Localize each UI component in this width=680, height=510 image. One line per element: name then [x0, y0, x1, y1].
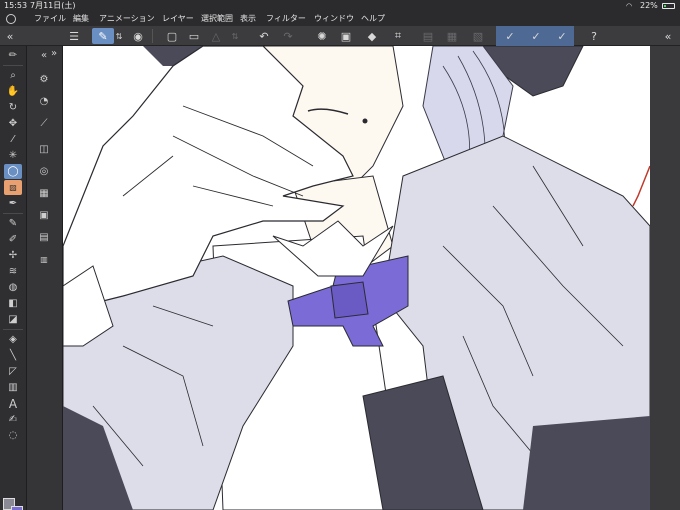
- stepper-icon[interactable]: ⇅: [114, 28, 124, 44]
- redo-icon[interactable]: ↷: [280, 28, 296, 44]
- auto-select-tool-icon[interactable]: ✳: [4, 148, 22, 163]
- menu-list-icon[interactable]: ☰: [66, 28, 82, 44]
- layer-property-icon[interactable]: ▤: [35, 230, 53, 245]
- eraser-tool-icon[interactable]: ◪: [4, 312, 22, 327]
- battery-icon: [662, 3, 675, 9]
- status-time: 15:53: [4, 1, 28, 10]
- navigator-icon[interactable]: ▣: [35, 208, 53, 223]
- move-tool-icon[interactable]: ✥: [4, 116, 22, 131]
- figure-tool-icon[interactable]: ◸: [4, 364, 22, 379]
- layer-icon[interactable]: ◫: [35, 142, 53, 157]
- illustration: [63, 46, 650, 510]
- brush-tool[interactable]: ✏: [4, 48, 22, 63]
- menu-animation[interactable]: アニメーション: [99, 12, 155, 26]
- dark-vest-far: [523, 416, 650, 510]
- material-icon[interactable]: ▥: [35, 252, 53, 267]
- tool-property-icon[interactable]: ⚙: [35, 72, 53, 87]
- tool-palette: ✏ ⌕ ✋ ↻ ✥ ⁄ ✳ ◯ ▨ ✒ ✎ ✐ ✢ ≋ ◍ ◧ ◪ ◈ ╲ ◸ …: [0, 46, 27, 510]
- gradient-tool-icon[interactable]: ◧: [4, 296, 22, 311]
- selection-add-icon[interactable]: ✓: [528, 28, 544, 44]
- clear-icon[interactable]: ▣: [338, 28, 354, 44]
- rotate-tool-icon[interactable]: ↻: [4, 100, 22, 115]
- fill-bucket-icon[interactable]: ◆: [364, 28, 380, 44]
- color-wheel-icon[interactable]: ◎: [35, 164, 53, 179]
- brush-tool-2-icon[interactable]: ✐: [4, 232, 22, 247]
- save-icon[interactable]: △: [208, 28, 224, 44]
- command-bar: « ☰ ✎ ⇅ ◉ ▢ ▭ △ ⇅ ↶ ↷ ✺ ▣ ◆ ⌗ ▤ ▦ ▧ ✓ ✓ …: [0, 26, 680, 46]
- deselect-icon[interactable]: ▤: [420, 28, 436, 44]
- snapshot-icon[interactable]: ◉: [130, 28, 146, 44]
- menu-window[interactable]: ウィンドウ: [314, 12, 354, 26]
- mole: [362, 118, 368, 124]
- battery-level: [664, 5, 666, 7]
- separator: [3, 213, 23, 214]
- selection-tool-icon[interactable]: ▨: [4, 180, 22, 195]
- menu-filter[interactable]: フィルター: [266, 12, 306, 26]
- status-bar: 15:53 7月11日(土) ◠ 22%: [0, 0, 680, 12]
- balloon-tool-icon[interactable]: ◌: [4, 428, 22, 443]
- collapse-subtool-icon-2[interactable]: »: [45, 46, 63, 61]
- eraser-mode-icon[interactable]: ✎: [92, 28, 114, 44]
- frame-tool-icon[interactable]: ▥: [4, 380, 22, 395]
- sub-color-swatch[interactable]: [11, 506, 23, 510]
- undo-icon[interactable]: ↶: [256, 28, 272, 44]
- correction-tool-icon[interactable]: ✍: [4, 412, 22, 427]
- menu-edit[interactable]: 編集: [73, 12, 89, 26]
- new-canvas-icon[interactable]: ▢: [164, 28, 180, 44]
- menu-help[interactable]: ヘルプ: [361, 12, 385, 26]
- selection-subtract-icon[interactable]: ✓: [554, 28, 570, 44]
- separator: [152, 29, 153, 43]
- right-panel-strip: [650, 46, 680, 510]
- separator: [3, 329, 23, 330]
- status-date: 7月11日(土): [30, 1, 76, 10]
- decoration-tool-icon[interactable]: ◍: [4, 280, 22, 295]
- red-accent: [632, 165, 650, 207]
- bow-knot: [330, 281, 369, 319]
- zoom-tool-icon[interactable]: ⌕: [4, 68, 22, 83]
- eyedropper-tool-icon[interactable]: ⁄: [4, 132, 22, 147]
- sub-tool-column: « » ⚙ ◔ ⟋ ◫ ◎ ▦ ▣ ▤ ▥: [27, 46, 63, 510]
- transform-icon[interactable]: ⌗: [390, 28, 406, 44]
- sub-tool-icon[interactable]: ◔: [35, 94, 53, 109]
- pen-tool-icon[interactable]: ✒: [4, 196, 22, 211]
- battery-percent: 22%: [640, 1, 658, 10]
- collapse-right-icon[interactable]: «: [660, 28, 676, 44]
- hand-tool-icon[interactable]: ✋: [4, 84, 22, 99]
- menu-layer[interactable]: レイヤー: [162, 12, 194, 26]
- selection-launcher-icon[interactable]: ✓: [502, 28, 518, 44]
- loading-icon[interactable]: ✺: [314, 28, 330, 44]
- clip-studio-app: 15:53 7月11日(土) ◠ 22% ファイル 編集 アニメーション レイヤ…: [0, 0, 680, 510]
- blend-tool-icon[interactable]: ≋: [4, 264, 22, 279]
- help-icon[interactable]: ?: [586, 28, 602, 44]
- wifi-icon: ◠: [626, 2, 633, 10]
- brush-size-icon[interactable]: ⟋: [35, 116, 53, 131]
- menu-file[interactable]: ファイル: [34, 12, 66, 26]
- fill-tool-icon[interactable]: ◈: [4, 332, 22, 347]
- separator: [3, 65, 23, 66]
- stepper-icon-2[interactable]: ⇅: [230, 28, 240, 44]
- airbrush-tool-icon[interactable]: ✢: [4, 248, 22, 263]
- crop-icon[interactable]: ▧: [470, 28, 486, 44]
- app-logo-icon[interactable]: [6, 14, 16, 24]
- invert-selection-icon[interactable]: ▦: [444, 28, 460, 44]
- menu-bar: ファイル 編集 アニメーション レイヤー 選択範囲 表示 フィルター ウィンドウ…: [0, 12, 680, 26]
- collapse-left-icon[interactable]: «: [2, 28, 18, 44]
- open-folder-icon[interactable]: ▭: [186, 28, 202, 44]
- line-tool-icon[interactable]: ╲: [4, 348, 22, 363]
- menu-selection[interactable]: 選択範囲: [201, 12, 233, 26]
- color-set-icon[interactable]: ▦: [35, 186, 53, 201]
- text-tool-icon[interactable]: A: [4, 396, 22, 411]
- drawing-canvas[interactable]: [63, 46, 650, 510]
- lasso-tool-icon[interactable]: ◯: [4, 164, 22, 179]
- pencil-tool-icon[interactable]: ✎: [4, 216, 22, 231]
- menu-view[interactable]: 表示: [240, 12, 256, 26]
